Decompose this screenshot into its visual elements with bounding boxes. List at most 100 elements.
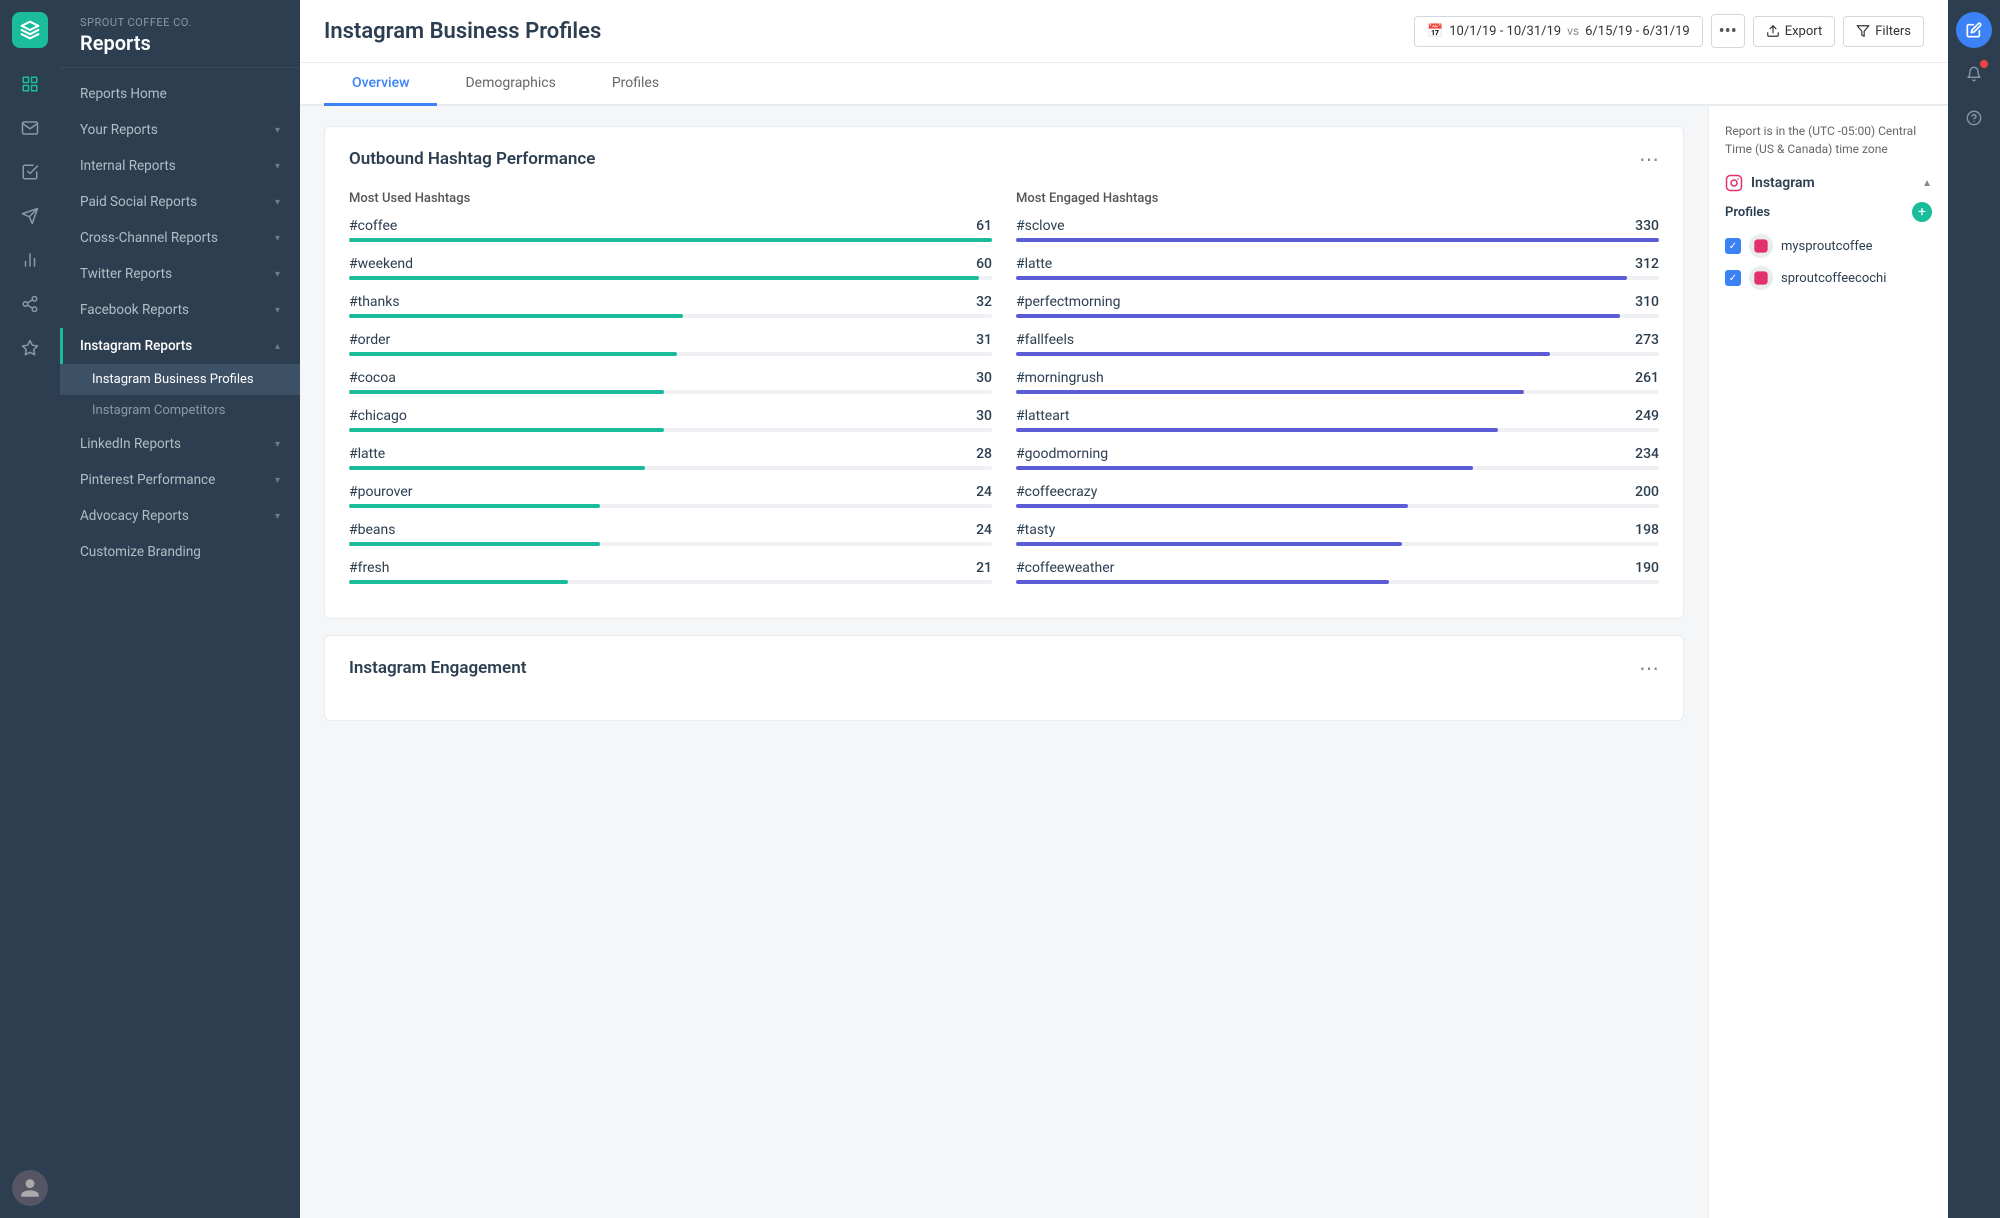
sidebar-item-advocacy-reports[interactable]: Advocacy Reports ▾ — [60, 498, 300, 534]
hashtag-name: #coffeeweather — [1016, 560, 1114, 576]
tab-overview[interactable]: Overview — [324, 63, 437, 106]
rail-icon-campaigns[interactable] — [10, 328, 50, 368]
rail-icon-analytics[interactable] — [10, 240, 50, 280]
hashtag-name: #goodmorning — [1016, 446, 1108, 462]
sidebar-item-reports-home[interactable]: Reports Home — [60, 76, 300, 112]
vs-text: vs — [1567, 24, 1579, 38]
hashtag-name: #tasty — [1016, 522, 1055, 538]
profile-checkbox-mysproutcoffee[interactable]: ✓ — [1725, 238, 1741, 254]
tab-profiles[interactable]: Profiles — [584, 63, 687, 106]
rail-icon-social[interactable] — [10, 284, 50, 324]
hashtag-name: #morningrush — [1016, 370, 1104, 386]
sidebar-nav: Reports Home Your Reports ▾ Internal Rep… — [60, 68, 300, 578]
sidebar-item-cross-channel-reports[interactable]: Cross-Channel Reports ▾ — [60, 220, 300, 256]
app-logo[interactable] — [12, 12, 48, 48]
sidebar-item-pinterest-performance[interactable]: Pinterest Performance ▾ — [60, 462, 300, 498]
engagement-card-header: Instagram Engagement ⋯ — [349, 656, 1659, 680]
hashtag-name: #pourover — [349, 484, 413, 500]
hashtag-bar-bg — [1016, 390, 1659, 394]
hashtag-name: #latteart — [1016, 408, 1070, 424]
hashtag-row: #goodmorning 234 — [1016, 446, 1659, 470]
panel-section-header: Instagram ▲ — [1725, 174, 1932, 192]
hashtag-name: #coffeecrazy — [1016, 484, 1097, 500]
hashtag-bar-bg — [349, 504, 992, 508]
hashtag-bar-bg — [1016, 580, 1659, 584]
sidebar-item-twitter-reports[interactable]: Twitter Reports ▾ — [60, 256, 300, 292]
user-avatar[interactable] — [12, 1170, 48, 1206]
hashtag-bar — [1016, 428, 1498, 432]
hashtag-name: #sclove — [1016, 218, 1065, 234]
sidebar-item-paid-social-reports[interactable]: Paid Social Reports ▾ — [60, 184, 300, 220]
hashtag-bar — [1016, 314, 1620, 318]
hashtag-bar-bg — [349, 580, 992, 584]
hashtag-row: #coffeecrazy 200 — [1016, 484, 1659, 508]
hashtag-name: #perfectmorning — [1016, 294, 1121, 310]
chevron-icon: ▾ — [275, 475, 280, 486]
add-profile-button[interactable]: + — [1912, 202, 1932, 222]
chevron-icon: ▾ — [275, 269, 280, 280]
instagram-icon — [1725, 174, 1743, 192]
hashtag-bar-bg — [1016, 466, 1659, 470]
hashtag-count: 60 — [976, 256, 992, 272]
rail-icon-publish[interactable] — [10, 196, 50, 236]
help-button[interactable] — [1956, 100, 1992, 136]
sidebar-subitem-instagram-business-profiles[interactable]: Instagram Business Profiles — [60, 364, 300, 395]
hashtag-row: #pourover 24 — [349, 484, 992, 508]
hashtag-bar-bg — [349, 466, 992, 470]
rail-icon-reports[interactable] — [10, 64, 50, 104]
date-range-button[interactable]: 📅 10/1/19 - 10/31/19 vs 6/15/19 - 6/31/1… — [1414, 16, 1703, 47]
hashtag-count: 30 — [976, 408, 992, 424]
rail-icon-tasks[interactable] — [10, 152, 50, 192]
chevron-icon: ▾ — [275, 161, 280, 172]
tab-demographics[interactable]: Demographics — [437, 63, 583, 106]
sidebar-item-customize-branding[interactable]: Customize Branding — [60, 534, 300, 570]
engagement-card-more-options[interactable]: ⋯ — [1639, 656, 1659, 680]
hashtag-row: #cocoa 30 — [349, 370, 992, 394]
hashtag-bar — [349, 542, 600, 546]
profile-avatar-sproutcoffeecochi — [1749, 266, 1773, 290]
hashtag-bar — [1016, 580, 1389, 584]
card-more-options[interactable]: ⋯ — [1639, 147, 1659, 171]
hashtag-bar — [349, 466, 645, 470]
sidebar-item-internal-reports[interactable]: Internal Reports ▾ — [60, 148, 300, 184]
sidebar-item-linkedin-reports[interactable]: LinkedIn Reports ▾ — [60, 426, 300, 462]
profile-checkbox-sproutcoffeecochi[interactable]: ✓ — [1725, 270, 1741, 286]
hashtag-bar-bg — [349, 352, 992, 356]
main-content: Outbound Hashtag Performance ⋯ Most Used… — [300, 106, 1708, 1218]
hashtag-count: 200 — [1635, 484, 1659, 500]
sidebar-item-instagram-reports[interactable]: Instagram Reports ▴ — [60, 328, 300, 364]
compose-button[interactable] — [1956, 12, 1992, 48]
main-area: Instagram Business Profiles 📅 10/1/19 - … — [300, 0, 1948, 1218]
hashtag-bar — [1016, 504, 1408, 508]
hashtag-bar — [1016, 466, 1473, 470]
tabs-bar: Overview Demographics Profiles — [300, 63, 1948, 106]
notifications-button[interactable] — [1956, 56, 1992, 92]
more-options-button[interactable]: ••• — [1711, 14, 1745, 48]
hashtag-count: 234 — [1635, 446, 1659, 462]
topbar: Instagram Business Profiles 📅 10/1/19 - … — [300, 0, 1948, 63]
export-button[interactable]: Export — [1753, 16, 1836, 47]
hashtag-bar — [1016, 352, 1550, 356]
hashtag-row: #fallfeels 273 — [1016, 332, 1659, 356]
hashtag-bar — [349, 314, 683, 318]
sidebar-header: Sprout Coffee Co. Reports — [60, 0, 300, 68]
hashtag-bar — [349, 390, 664, 394]
hashtag-name: #thanks — [349, 294, 400, 310]
profile-item-sproutcoffeecochi: ✓ sproutcoffeecochi — [1725, 262, 1932, 294]
hashtag-bar-bg — [1016, 276, 1659, 280]
sidebar-subitem-instagram-competitors[interactable]: Instagram Competitors — [60, 395, 300, 426]
hashtag-name: #coffee — [349, 218, 397, 234]
sidebar-item-facebook-reports[interactable]: Facebook Reports ▾ — [60, 292, 300, 328]
sidebar-item-your-reports[interactable]: Your Reports ▾ — [60, 112, 300, 148]
hashtag-name: #latte — [349, 446, 385, 462]
panel-collapse-icon[interactable]: ▲ — [1922, 178, 1932, 189]
profile-name-sproutcoffeecochi: sproutcoffeecochi — [1781, 271, 1886, 286]
hashtag-name: #latte — [1016, 256, 1052, 272]
hashtag-count: 21 — [976, 560, 992, 576]
hashtag-name: #chicago — [349, 408, 407, 424]
rail-icon-inbox[interactable] — [10, 108, 50, 148]
filters-button[interactable]: Filters — [1843, 16, 1924, 47]
hashtag-count: 28 — [976, 446, 992, 462]
hashtag-bar-bg — [349, 390, 992, 394]
most-engaged-col: Most Engaged Hashtags #sclove 330 #latte… — [1016, 191, 1659, 598]
